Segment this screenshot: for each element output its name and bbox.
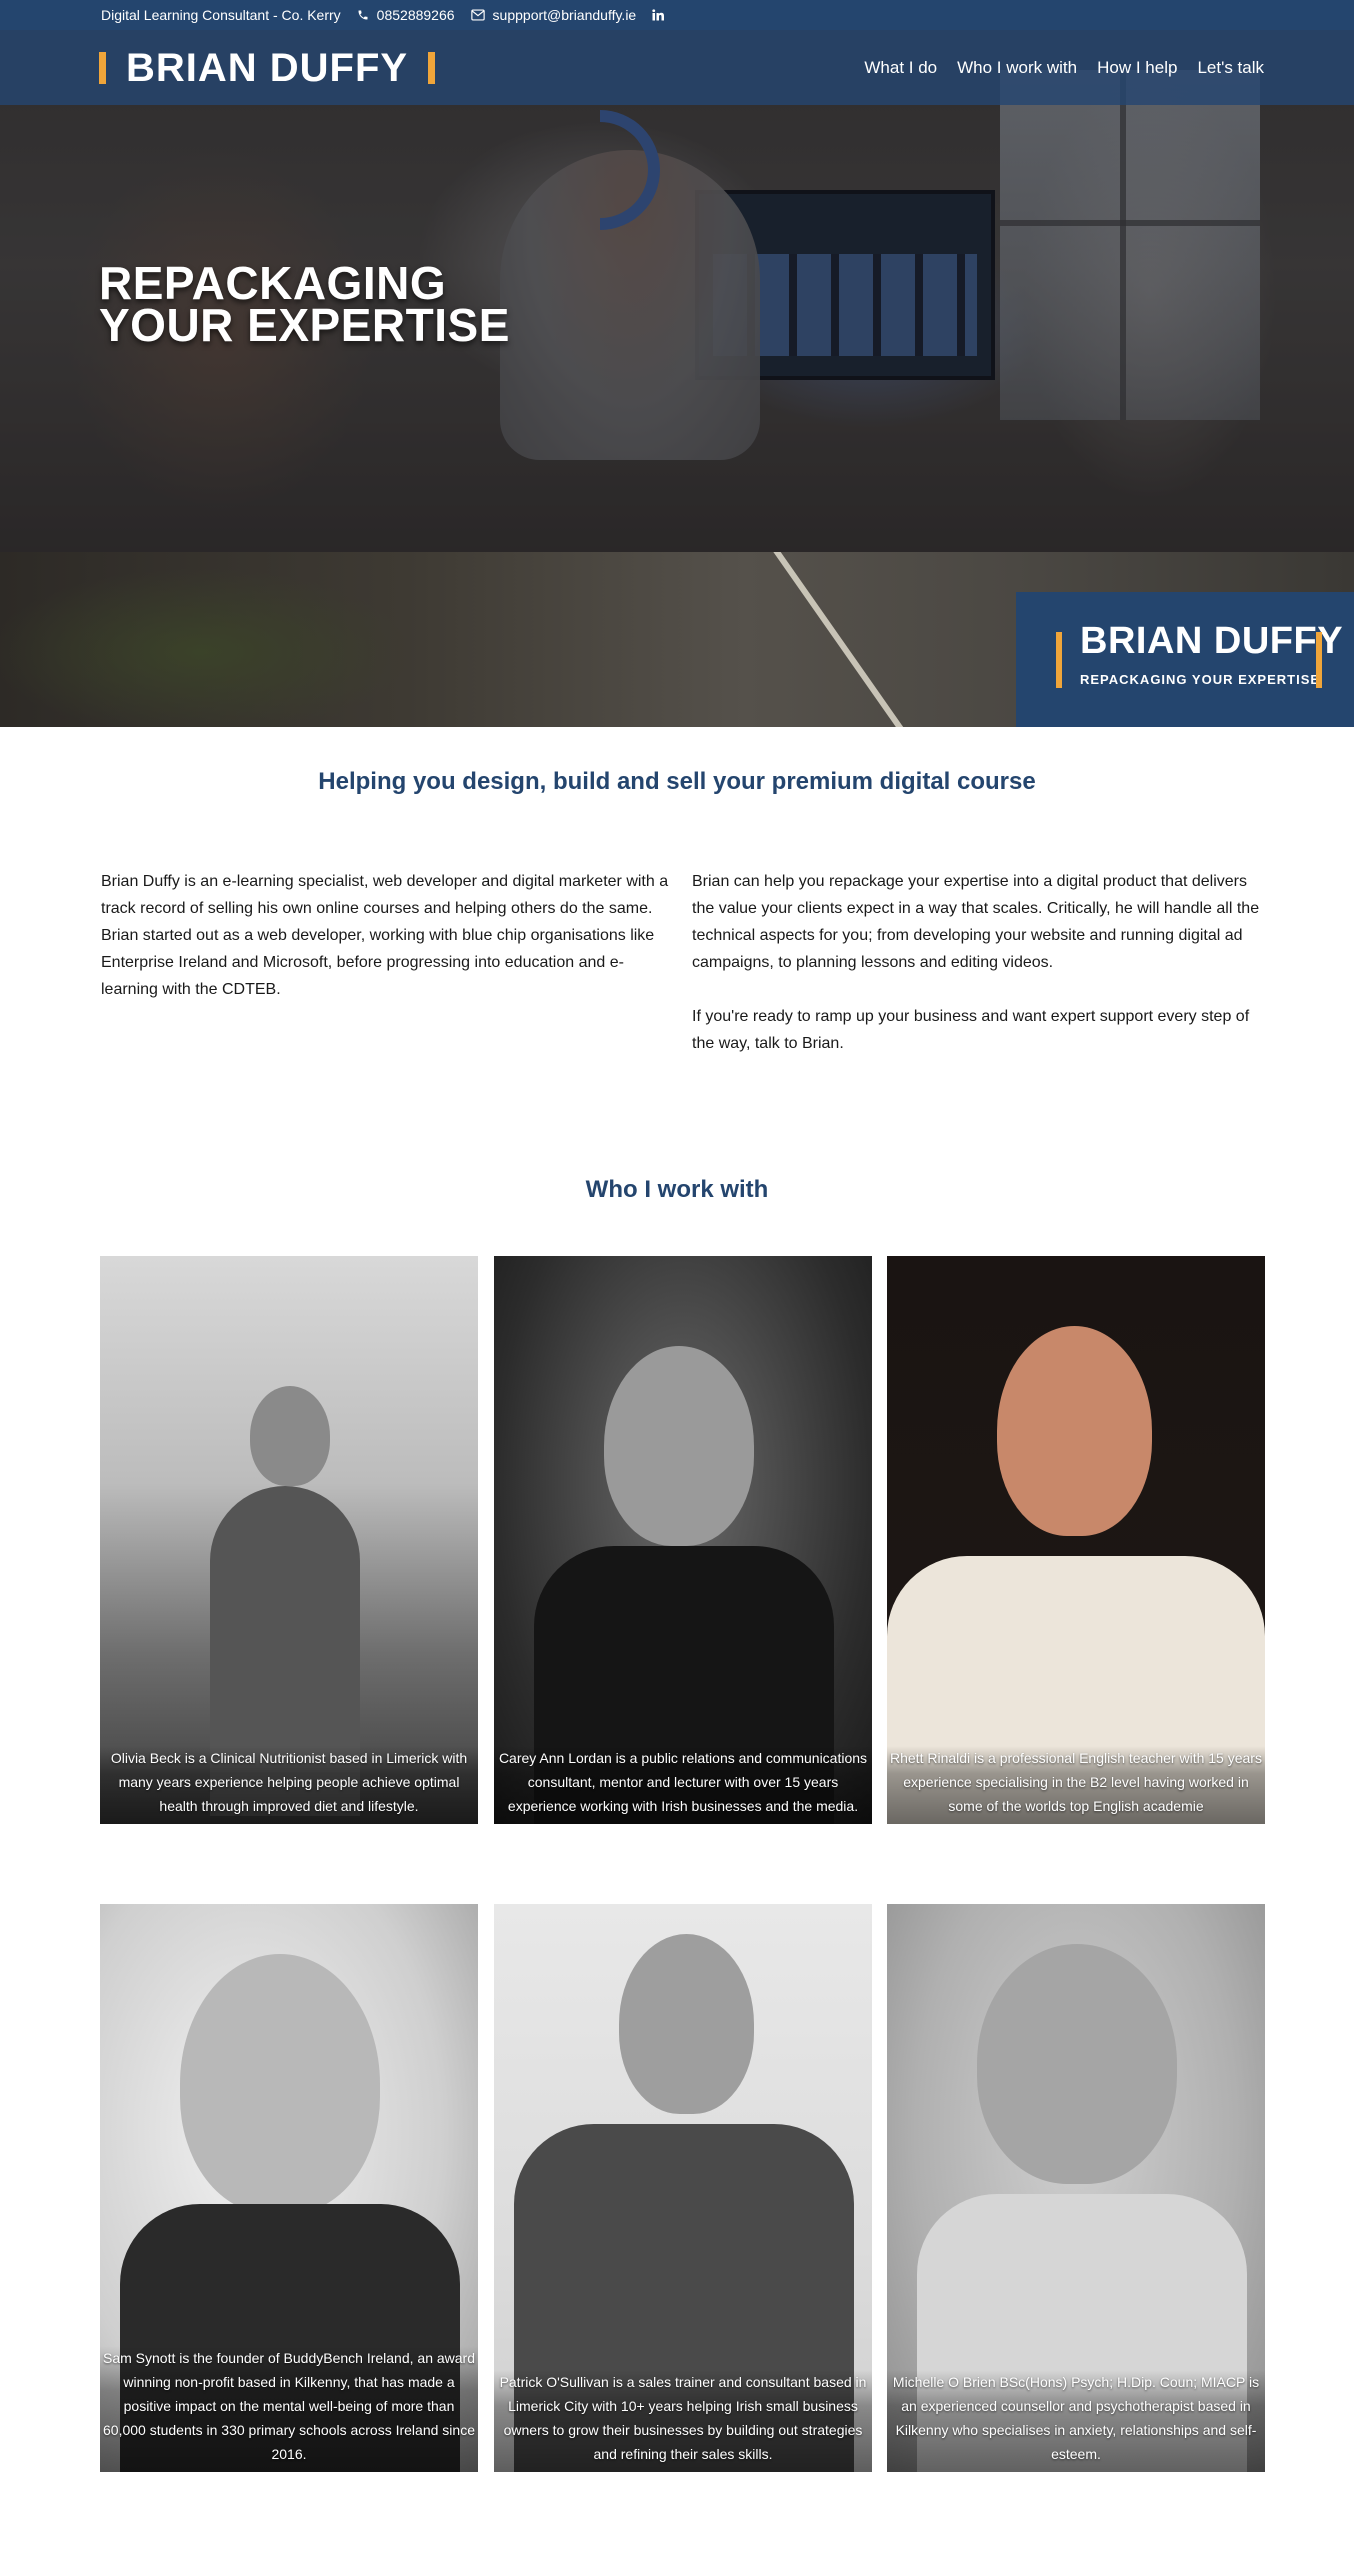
phone-icon bbox=[357, 9, 369, 21]
phone-link[interactable]: 0852889266 bbox=[357, 7, 455, 23]
email-link[interactable]: suppport@brianduffy.ie bbox=[470, 7, 637, 23]
intro-right-text-1: Brian can help you repackage your expert… bbox=[692, 873, 1260, 971]
client-photo bbox=[494, 1256, 872, 1824]
intro-right-column: Brian can help you repackage your expert… bbox=[692, 868, 1262, 1057]
client-caption: Carey Ann Lordan is a public relations a… bbox=[494, 1746, 872, 1824]
nav-how-i-help[interactable]: How I help bbox=[1097, 58, 1177, 78]
badge-name: BRIAN DUFFY bbox=[1080, 620, 1344, 662]
client-photo bbox=[887, 1256, 1265, 1824]
client-caption: Sam Synott is the founder of BuddyBench … bbox=[100, 2346, 478, 2472]
intro-heading: Helping you design, build and sell your … bbox=[318, 768, 1036, 795]
intro-left-column: Brian Duffy is an e-learning specialist,… bbox=[101, 868, 671, 1003]
email-address: suppport@brianduffy.ie bbox=[492, 7, 637, 23]
client-caption: Rhett Rinaldi is a professional English … bbox=[887, 1746, 1265, 1824]
envelope-icon bbox=[470, 9, 485, 21]
client-photo bbox=[100, 1256, 478, 1824]
site-header: BRIAN DUFFY What I do Who I work with Ho… bbox=[0, 30, 1354, 105]
top-contact-bar: Digital Learning Consultant - Co. Kerry … bbox=[0, 0, 1354, 30]
nav-who-i-work-with[interactable]: Who I work with bbox=[957, 58, 1077, 78]
client-caption: Olivia Beck is a Clinical Nutritionist b… bbox=[100, 1746, 478, 1824]
logo-bar-left bbox=[99, 52, 106, 84]
who-heading: Who I work with bbox=[585, 1176, 769, 1203]
nav-lets-talk[interactable]: Let's talk bbox=[1197, 58, 1264, 78]
testimonial-card: Michelle O Brien BSc(Hons) Psych; H.Dip.… bbox=[887, 1904, 1265, 2472]
logo-text: BRIAN DUFFY bbox=[126, 45, 409, 90]
badge-subtitle: REPACKAGING YOUR EXPERTISE bbox=[1080, 672, 1321, 687]
brand-badge: BRIAN DUFFY REPACKAGING YOUR EXPERTISE bbox=[1016, 592, 1354, 727]
badge-bar-right bbox=[1316, 632, 1322, 688]
intro-right-text-2: If you're ready to ramp up your business… bbox=[692, 1008, 1250, 1052]
nav-what-i-do[interactable]: What I do bbox=[864, 58, 937, 78]
tagline: Digital Learning Consultant - Co. Kerry bbox=[101, 7, 341, 23]
linkedin-icon[interactable] bbox=[652, 9, 665, 21]
testimonial-card: Patrick O'Sullivan is a sales trainer an… bbox=[494, 1904, 872, 2472]
site-logo[interactable]: BRIAN DUFFY bbox=[99, 45, 436, 91]
client-caption: Michelle O Brien BSc(Hons) Psych; H.Dip.… bbox=[887, 2370, 1265, 2472]
main-nav: What I do Who I work with How I help Let… bbox=[864, 30, 1264, 105]
phone-number: 0852889266 bbox=[376, 7, 455, 23]
testimonial-card: Olivia Beck is a Clinical Nutritionist b… bbox=[100, 1256, 478, 1824]
testimonial-card: Carey Ann Lordan is a public relations a… bbox=[494, 1256, 872, 1824]
hero-title: REPACKAGING YOUR EXPERTISE bbox=[99, 257, 510, 351]
testimonial-card: Sam Synott is the founder of BuddyBench … bbox=[100, 1904, 478, 2472]
badge-bar-left bbox=[1056, 632, 1062, 688]
testimonial-card: Rhett Rinaldi is a professional English … bbox=[887, 1256, 1265, 1824]
hero-title-line-2: YOUR EXPERTISE bbox=[99, 299, 510, 351]
logo-bar-right bbox=[428, 52, 436, 84]
intro-left-text: Brian Duffy is an e-learning specialist,… bbox=[101, 873, 669, 998]
client-caption: Patrick O'Sullivan is a sales trainer an… bbox=[494, 2370, 872, 2472]
hero-title-line-1: REPACKAGING bbox=[99, 257, 447, 309]
